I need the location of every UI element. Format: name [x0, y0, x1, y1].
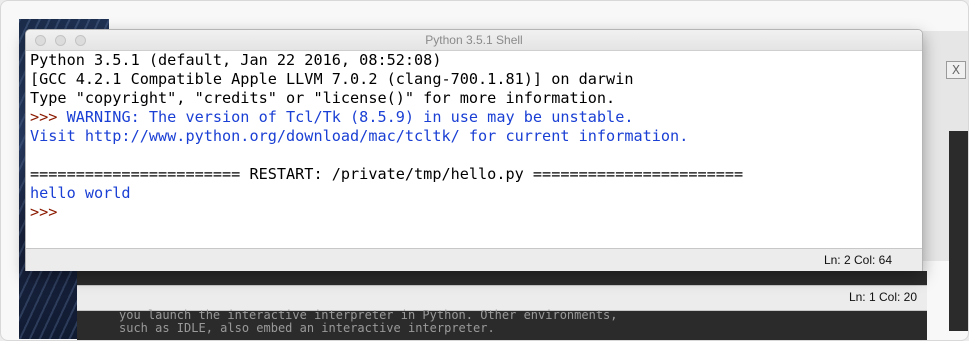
shell-status-bar: Ln: 2 Col: 64 — [26, 248, 922, 271]
console-line: >>> WARNING: The version of Tcl/Tk (8.5.… — [30, 108, 926, 127]
background-editor-edge — [949, 131, 968, 331]
shell-console[interactable]: Python 3.5.1 (default, Jan 22 2016, 08:5… — [26, 51, 926, 247]
shell-cursor-position: Ln: 2 Col: 64 — [823, 253, 892, 267]
prompt-marker: >>> — [30, 108, 67, 126]
console-text: ======================= RESTART: /privat… — [30, 165, 744, 183]
editor-text-line: such as IDLE, also embed an interactive … — [119, 321, 495, 335]
prompt-marker: >>> — [30, 203, 58, 221]
console-text: Visit http://www.python.org/download/mac… — [30, 127, 689, 145]
console-line: Python 3.5.1 (default, Jan 22 2016, 08:5… — [30, 51, 926, 70]
console-line: hello world — [30, 184, 926, 203]
console-text: WARNING: The version of Tcl/Tk (8.5.9) i… — [66, 108, 634, 126]
screenshot-frame: X Ln: 1 Col: 20 you launch the interacti… — [0, 0, 969, 341]
console-text: Type "copyright", "credits" or "license(… — [30, 89, 616, 107]
console-text: hello world — [30, 184, 131, 202]
python-shell-window: Python 3.5.1 Shell Python 3.5.1 (default… — [25, 29, 923, 271]
editor-text-line: you launch the interactive interpreter i… — [119, 308, 618, 322]
editor-cursor-position: Ln: 1 Col: 20 — [848, 290, 917, 304]
editor-window: Ln: 1 Col: 20 you launch the interactive… — [77, 271, 927, 340]
close-icon[interactable]: X — [946, 61, 966, 79]
console-line: ======================= RESTART: /privat… — [30, 165, 926, 184]
console-text: Python 3.5.1 (default, Jan 22 2016, 08:5… — [30, 51, 442, 69]
console-line: Visit http://www.python.org/download/mac… — [30, 127, 926, 146]
console-text: [GCC 4.2.1 Compatible Apple LLVM 7.0.2 (… — [30, 70, 634, 88]
console-line: Type "copyright", "credits" or "license(… — [30, 89, 926, 108]
console-line: [GCC 4.2.1 Compatible Apple LLVM 7.0.2 (… — [30, 70, 926, 89]
console-line: >>> — [30, 203, 926, 222]
title-bar[interactable]: Python 3.5.1 Shell — [26, 30, 922, 51]
window-title: Python 3.5.1 Shell — [425, 33, 523, 47]
editor-text[interactable]: you launch the interactive interpreter i… — [119, 309, 618, 335]
